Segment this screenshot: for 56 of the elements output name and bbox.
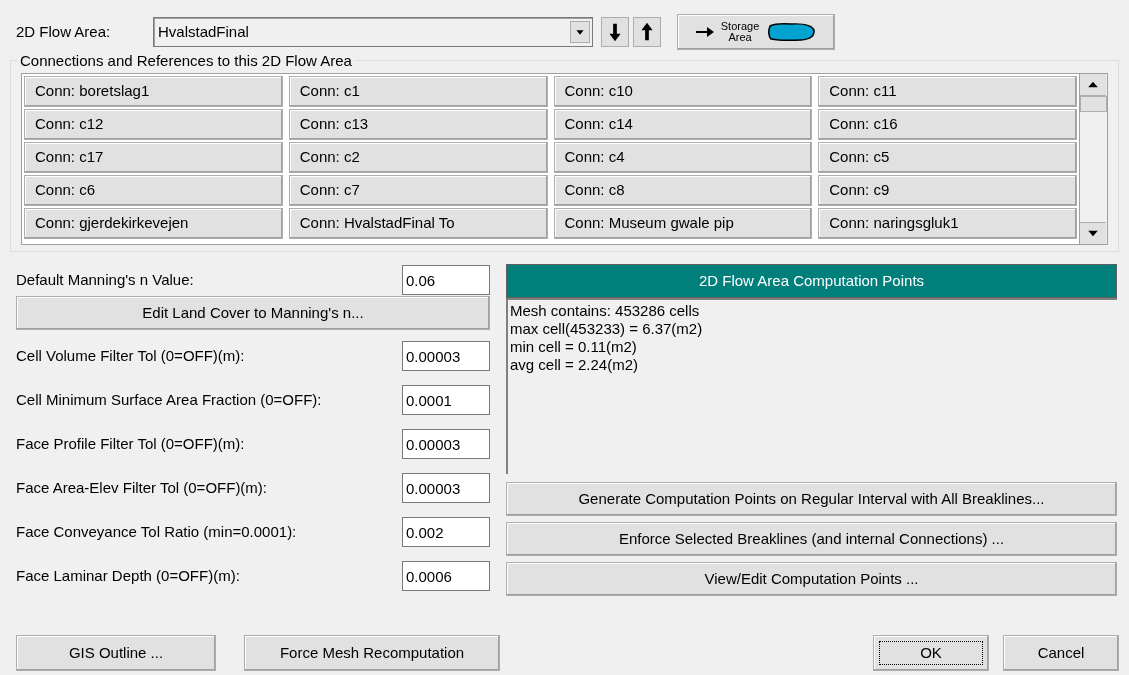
parameter-field[interactable]: 0.06 (402, 265, 490, 295)
connection-button[interactable]: Conn: c2 (288, 142, 548, 173)
computation-action-button[interactable]: View/Edit Computation Points ... (506, 562, 1117, 596)
connection-button[interactable]: Conn: c14 (553, 109, 813, 140)
parameter-field[interactable]: 0.0001 (402, 385, 490, 415)
output-line: avg cell = 2.24(m2) (510, 356, 639, 374)
edit-land-cover-button[interactable]: Edit Land Cover to Manning's n... (16, 296, 490, 330)
computation-points-header: 2D Flow Area Computation Points (506, 264, 1117, 298)
connection-button[interactable]: Conn: c5 (818, 142, 1077, 173)
parameter-field[interactable]: 0.00003 (402, 341, 490, 371)
flow-area-dropdown[interactable]: HvalstadFinal (153, 17, 593, 47)
scrollbar[interactable] (1080, 73, 1108, 245)
connection-button[interactable]: Conn: gjerdekirkevejen (24, 208, 283, 239)
connection-button[interactable]: Conn: c17 (24, 142, 283, 173)
connection-button[interactable]: Conn: c1 (288, 76, 548, 107)
dialog-button[interactable]: GIS Outline ... (16, 635, 216, 671)
dialog-button[interactable]: Cancel (1003, 635, 1119, 671)
storage-area-button[interactable]: Storage Area (677, 14, 835, 50)
parameter-label: Cell Minimum Surface Area Fraction (0=OFF): (16, 389, 322, 410)
parameter-label: Face Laminar Depth (0=OFF)(m): (16, 565, 240, 586)
parameter-label: Face Area-Elev Filter Tol (0=OFF)(m): (16, 477, 268, 498)
scroll-up-icon[interactable] (1080, 74, 1106, 96)
scroll-down-icon[interactable] (1080, 222, 1106, 244)
connection-button[interactable]: Conn: c16 (818, 109, 1077, 140)
output-line: min cell = 0.11(m2) (510, 338, 638, 356)
scroll-thumb[interactable] (1080, 96, 1107, 112)
parameter-label: Face Conveyance Tol Ratio (min=0.0001): (16, 521, 297, 542)
connection-button[interactable]: Conn: c4 (553, 142, 813, 173)
connection-button[interactable]: Conn: HvalstadFinal To (288, 208, 548, 239)
connection-button[interactable]: Conn: c12 (24, 109, 283, 140)
output-line: max cell(453233) = 6.37(m2) (510, 320, 704, 338)
parameter-field[interactable]: 0.002 (402, 517, 490, 547)
connection-button[interactable]: Conn: c10 (553, 76, 813, 107)
computation-action-button[interactable]: Generate Computation Points on Regular Interval with All Breaklines... (506, 482, 1117, 516)
parameter-field[interactable]: 0.00003 (402, 429, 490, 459)
parameter-field[interactable]: 0.0006 (402, 561, 490, 591)
dialog-button[interactable]: OK (873, 635, 989, 671)
computation-action-button[interactable]: Enforce Selected Breaklines (and internal Connections) ... (506, 522, 1117, 556)
parameter-label: Face Profile Filter Tol (0=OFF)(m): (16, 433, 245, 454)
storage-blob-icon (766, 22, 816, 42)
dialog-button[interactable]: Force Mesh Recomputation (244, 635, 500, 671)
right-arrow-icon (696, 27, 714, 37)
parameter-field[interactable]: 0.00003 (402, 473, 490, 503)
flow-area-label: 2D Flow Area: (15, 21, 112, 42)
connection-button[interactable]: Conn: c13 (288, 109, 548, 140)
connection-button[interactable]: Conn: c7 (288, 175, 548, 206)
connection-button[interactable]: Conn: boretslag1 (24, 76, 283, 107)
parameter-label: Cell Volume Filter Tol (0=OFF)(m): (16, 345, 245, 366)
parameter-label: Default Manning's n Value: (16, 269, 194, 290)
output-line: Mesh contains: 453286 cells (510, 302, 701, 320)
connection-button[interactable]: Conn: c8 (553, 175, 813, 206)
connection-button[interactable]: Conn: c6 (24, 175, 283, 206)
connection-button[interactable]: Conn: c11 (818, 76, 1077, 107)
connection-button[interactable]: Conn: Museum gwale pip (553, 208, 813, 239)
connection-button[interactable]: Conn: c9 (818, 175, 1077, 206)
connection-button[interactable]: Conn: naringsgluk1 (818, 208, 1077, 239)
